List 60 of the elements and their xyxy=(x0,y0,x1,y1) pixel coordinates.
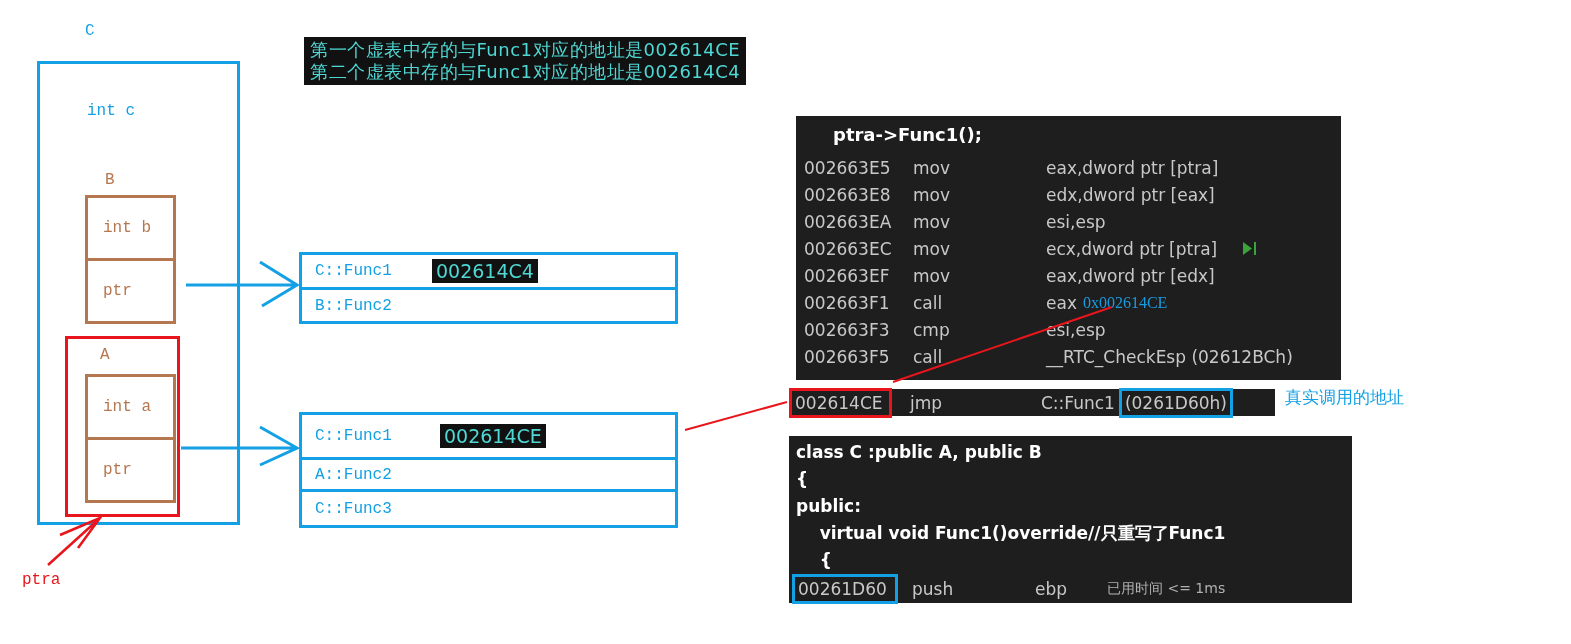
operand-text: esi,esp xyxy=(1046,319,1106,340)
code-line: { xyxy=(818,549,833,572)
operand-text: eax,dword ptr [ptra] xyxy=(1046,157,1219,178)
code-line: public: xyxy=(795,495,862,518)
note-line: 第二个虚表中存的与Func1对应的地址是002614C4 xyxy=(310,61,741,83)
opcode-text: mov xyxy=(913,184,952,205)
address-highlight: 002614CE xyxy=(440,424,546,448)
operand-text: eax,dword ptr [edx] xyxy=(1046,265,1215,286)
vtable-entry: B::Func2 xyxy=(315,296,393,315)
destination-text: (0261D60h) xyxy=(1118,387,1233,418)
opcode-text: call xyxy=(913,292,944,313)
opcode-text: mov xyxy=(913,211,952,232)
operand-text: ecx,dword ptr [ptra] xyxy=(1046,238,1218,259)
source-line: ptra->Func1(); xyxy=(832,123,983,147)
operand-text: __RTC_CheckEsp (02612BCh) xyxy=(1046,346,1293,367)
opcode-text: mov xyxy=(913,265,952,286)
address-text: 00261D60 xyxy=(792,574,898,604)
note-line: 第一个虚表中存的与Func1对应的地址是002614CE xyxy=(310,39,741,61)
pointer-label: ptra xyxy=(22,571,61,589)
vtable-entry: C::Func1 xyxy=(315,262,393,280)
vtable-entry: C::Func3 xyxy=(315,499,393,518)
operand-text: eax xyxy=(1046,292,1077,313)
address-text: 002663EF xyxy=(804,265,891,286)
field-label: int b xyxy=(102,218,152,239)
step-icon[interactable] xyxy=(1243,242,1258,255)
address-text: 002663F3 xyxy=(804,319,891,340)
timing-text: 已用时间 <= 1ms xyxy=(1107,580,1227,598)
class-label: C xyxy=(85,22,95,40)
field-label: int a xyxy=(102,397,152,418)
operand-text: edx,dword ptr [eax] xyxy=(1046,184,1215,205)
opcode-text: jmp xyxy=(908,392,944,413)
opcode-text: call xyxy=(913,346,944,367)
address-text: 002663E5 xyxy=(804,157,892,178)
code-line: { xyxy=(795,468,810,491)
address-text: 002663EC xyxy=(804,238,893,259)
base-label: A xyxy=(100,346,110,364)
target-text: C::Func1 xyxy=(1041,392,1115,413)
pointer-arrow xyxy=(46,515,104,567)
field-label: ptr xyxy=(88,437,173,500)
address-highlight: 002614C4 xyxy=(432,259,538,283)
base-label: B xyxy=(105,171,115,189)
field-label: ptr xyxy=(88,258,173,321)
vtable-entry: C::Func1 xyxy=(315,427,393,445)
opcode-text: push xyxy=(911,579,955,599)
opcode-text: mov xyxy=(913,238,952,259)
member-label: int c xyxy=(87,102,135,120)
address-text: 002663EA xyxy=(804,211,893,232)
code-line: virtual void Func1()override//只重写了Func1 xyxy=(818,522,1227,545)
operand-text: ebp xyxy=(1035,579,1069,599)
opcode-text: cmp xyxy=(913,319,951,340)
opcode-text: mov xyxy=(913,157,952,178)
annotation-text: 0x002614CE xyxy=(1082,293,1168,312)
code-line: class C :public A, public B xyxy=(795,441,1043,464)
operand-text: esi,esp xyxy=(1046,211,1106,232)
address-text: 002663E8 xyxy=(804,184,892,205)
note-text: 真实调用的地址 xyxy=(1285,386,1404,409)
vtable-entry: A::Func2 xyxy=(315,465,393,484)
address-text: 002614CE xyxy=(789,387,892,418)
address-text: 002663F5 xyxy=(804,346,891,367)
address-text: 002663F1 xyxy=(804,292,891,313)
